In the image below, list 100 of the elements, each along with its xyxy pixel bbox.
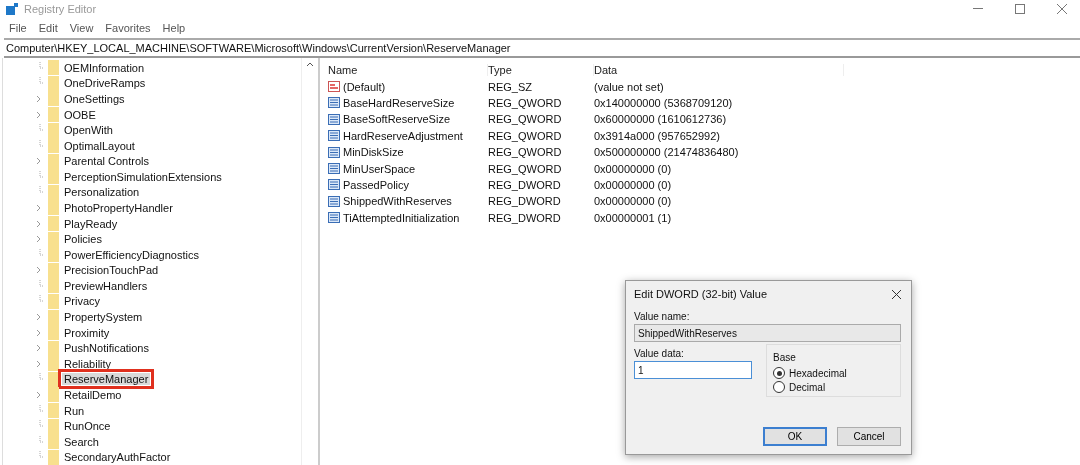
table-cell-text: REG_DWORD [488, 178, 562, 191]
menu-item[interactable]: File [4, 22, 32, 34]
registry-key[interactable]: SecondaryAuthFactor [62, 451, 173, 464]
column-header[interactable]: Data [594, 64, 844, 77]
registry-key[interactable]: OOBE [62, 108, 98, 121]
menu-item[interactable]: Edit [33, 22, 63, 34]
folder-icon [48, 449, 59, 465]
registry-key[interactable]: Parental Controls [62, 155, 151, 168]
registry-key[interactable]: RunOnce [62, 420, 113, 433]
scroll-up-icon[interactable] [306, 62, 314, 67]
folder-icon [48, 403, 59, 418]
registry-key[interactable]: OptimalLayout [62, 139, 137, 152]
registry-key[interactable]: PushNotifications [62, 342, 151, 355]
folder-icon [48, 247, 59, 263]
value-data-field[interactable]: 1 [634, 361, 752, 379]
table-cell-text: 0x00000000 (0) [594, 162, 673, 175]
registry-key[interactable]: Proximity [62, 326, 112, 339]
value-name[interactable]: HardReserveAdjustment [343, 129, 463, 142]
value-name[interactable]: BaseHardReserveSize [343, 96, 455, 109]
folder-icon [48, 231, 59, 247]
registry-key[interactable]: RetailDemo [62, 388, 124, 401]
registry-app-icon [6, 3, 18, 15]
radio-label: Hexadecimal [789, 367, 847, 379]
value-name[interactable]: ShippedWithReserves [343, 195, 452, 208]
registry-key[interactable]: Privacy [62, 295, 103, 308]
table-cell-text: 0x00000001 (1) [594, 211, 673, 224]
table-cell-text: REG_QWORD [488, 146, 563, 159]
folder-icon [48, 122, 59, 138]
table-cell-text: REG_QWORD [488, 162, 563, 175]
binary-value-icon [328, 212, 340, 224]
dialog-title: Edit DWORD (32-bit) Value [634, 288, 768, 300]
folder-icon [48, 153, 59, 169]
registry-key[interactable]: PlayReady [62, 217, 120, 230]
menu-item[interactable]: Favorites [100, 22, 156, 34]
window-title: Registry Editor [24, 3, 98, 15]
folder-icon [48, 293, 59, 309]
folder-icon [48, 75, 59, 91]
binary-value-icon [328, 195, 340, 207]
address-bar[interactable]: Computer\HKEY_LOCAL_MACHINE\SOFTWARE\Microsoft\Windows\CurrentVersion\ReserveManager [4, 38, 1080, 58]
binary-value-icon [328, 163, 340, 175]
folder-icon [48, 60, 59, 76]
registry-key[interactable]: PropertySystem [62, 311, 145, 324]
column-header[interactable]: Name [328, 64, 488, 77]
folder-icon [48, 91, 59, 107]
registry-key[interactable]: OEMInformation [62, 61, 147, 74]
table-cell-text: 0x60000000 (1610612736) [594, 113, 728, 126]
table-cell-text: 0x500000000 (21474836480) [594, 146, 740, 159]
binary-value-icon [328, 179, 340, 191]
table-cell-text: 0x00000000 (0) [594, 178, 673, 191]
maximize-icon [1015, 4, 1025, 14]
registry-key[interactable]: PrecisionTouchPad [62, 264, 161, 277]
close-icon[interactable] [892, 289, 901, 299]
value-name-field[interactable]: ShippedWithReserves [634, 324, 901, 342]
value-name[interactable]: TiAttemptedInitialization [343, 211, 460, 224]
radio-button[interactable] [773, 381, 785, 393]
radio-button[interactable] [773, 367, 785, 379]
registry-key[interactable]: Reliability [62, 357, 114, 370]
value-name[interactable]: MinUserSpace [343, 162, 416, 175]
table-cell-text: 0x140000000 (5368709120) [594, 96, 734, 109]
registry-key[interactable]: Search [62, 435, 101, 448]
value-name[interactable]: BaseSoftReserveSize [343, 113, 450, 126]
cancel-button[interactable]: Cancel [837, 427, 901, 446]
ok-button[interactable]: OK [763, 427, 827, 446]
registry-key[interactable]: PerceptionSimulationExtensions [62, 170, 224, 183]
table-cell-text: REG_DWORD [488, 211, 562, 224]
registry-key[interactable]: OpenWith [62, 124, 115, 137]
folder-icon [48, 418, 59, 434]
folder-icon [48, 216, 59, 232]
registry-key[interactable]: Policies [62, 233, 104, 246]
table-cell-text: REG_SZ [488, 80, 533, 93]
table-cell-text: REG_QWORD [488, 96, 563, 109]
binary-value-icon [328, 97, 340, 109]
folder-icon [48, 184, 59, 200]
field-label: Value data: [634, 348, 685, 359]
column-header[interactable]: Type [488, 64, 594, 77]
registry-key[interactable]: OneDriveRamps [62, 77, 148, 90]
registry-key[interactable]: PhotoPropertyHandler [62, 202, 175, 214]
registry-key[interactable]: Personalization [62, 186, 142, 199]
folder-icon [48, 138, 59, 154]
value-name[interactable]: PassedPolicy [343, 178, 410, 191]
folder-icon [48, 340, 59, 356]
registry-key[interactable]: PowerEfficiencyDiagnostics [62, 248, 201, 261]
table-cell-text: REG_DWORD [488, 195, 562, 208]
registry-key[interactable]: OneSettings [62, 92, 127, 105]
menu-item[interactable]: View [64, 22, 99, 34]
folder-icon [48, 309, 59, 325]
value-name[interactable]: MinDiskSize [343, 146, 404, 159]
registry-key[interactable]: PreviewHandlers [62, 279, 150, 292]
folder-icon [48, 325, 59, 341]
table-cell-text: (value not set) [594, 80, 665, 93]
table-cell-text: 0x00000000 (0) [594, 195, 673, 208]
value-name[interactable]: (Default) [343, 80, 386, 93]
folder-icon [48, 107, 59, 122]
binary-value-icon [328, 146, 340, 158]
table-cell-text: REG_QWORD [488, 113, 563, 126]
menu-item[interactable]: Help [157, 22, 191, 34]
folder-icon [48, 356, 59, 372]
folder-icon [48, 200, 59, 216]
close-icon [1057, 4, 1067, 14]
registry-key[interactable]: Run [62, 404, 87, 417]
